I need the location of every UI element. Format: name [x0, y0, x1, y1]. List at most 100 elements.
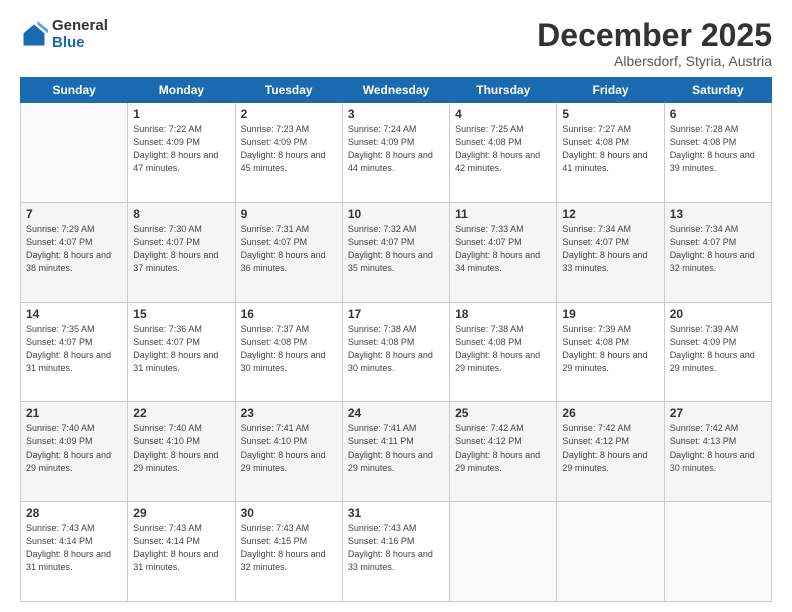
calendar-cell-1-1: 8 Sunrise: 7:30 AMSunset: 4:07 PMDaylight…	[128, 202, 235, 302]
day-number: 28	[26, 506, 122, 520]
day-detail: Sunrise: 7:42 AMSunset: 4:13 PMDaylight:…	[670, 422, 766, 474]
day-number: 4	[455, 107, 551, 121]
title-block: December 2025 Albersdorf, Styria, Austri…	[537, 18, 772, 69]
day-detail: Sunrise: 7:43 AMSunset: 4:15 PMDaylight:…	[241, 522, 337, 574]
calendar-cell-2-1: 15 Sunrise: 7:36 AMSunset: 4:07 PMDayligh…	[128, 302, 235, 402]
day-number: 21	[26, 406, 122, 420]
calendar-week-row-3: 21 Sunrise: 7:40 AMSunset: 4:09 PMDayligh…	[21, 402, 772, 502]
day-detail: Sunrise: 7:30 AMSunset: 4:07 PMDaylight:…	[133, 223, 229, 275]
day-number: 5	[562, 107, 658, 121]
calendar-cell-1-6: 13 Sunrise: 7:34 AMSunset: 4:07 PMDayligh…	[664, 202, 771, 302]
day-detail: Sunrise: 7:36 AMSunset: 4:07 PMDaylight:…	[133, 323, 229, 375]
calendar-week-row-2: 14Sunrise: 7:35 AMSunset: 4:07 PMDayligh…	[21, 302, 772, 402]
day-detail: Sunrise: 7:27 AMSunset: 4:08 PMDaylight:…	[562, 123, 658, 175]
logo-blue-text: Blue	[52, 35, 108, 52]
logo: General Blue	[20, 18, 108, 51]
calendar-cell-3-4: 25Sunrise: 7:42 AMSunset: 4:12 PMDayligh…	[450, 402, 557, 502]
day-detail: Sunrise: 7:35 AMSunset: 4:07 PMDaylight:…	[26, 323, 122, 375]
day-detail: Sunrise: 7:43 AMSunset: 4:14 PMDaylight:…	[133, 522, 229, 574]
calendar-cell-2-6: 20 Sunrise: 7:39 AMSunset: 4:09 PMDayligh…	[664, 302, 771, 402]
col-tuesday: Tuesday	[235, 78, 342, 103]
day-number: 31	[348, 506, 444, 520]
day-number: 18	[455, 307, 551, 321]
logo-text: General Blue	[52, 18, 108, 51]
calendar-cell-1-4: 11 Sunrise: 7:33 AMSunset: 4:07 PMDayligh…	[450, 202, 557, 302]
day-number: 9	[241, 207, 337, 221]
calendar-cell-1-2: 9 Sunrise: 7:31 AMSunset: 4:07 PMDaylight…	[235, 202, 342, 302]
day-detail: Sunrise: 7:40 AMSunset: 4:09 PMDaylight:…	[26, 422, 122, 474]
day-number: 23	[241, 406, 337, 420]
day-detail: Sunrise: 7:29 AMSunset: 4:07 PMDaylight:…	[26, 223, 122, 275]
calendar-cell-0-4: 4Sunrise: 7:25 AMSunset: 4:08 PMDaylight…	[450, 103, 557, 203]
day-number: 15	[133, 307, 229, 321]
day-number: 29	[133, 506, 229, 520]
calendar-cell-4-3: 31Sunrise: 7:43 AMSunset: 4:16 PMDayligh…	[342, 502, 449, 602]
day-detail: Sunrise: 7:34 AMSunset: 4:07 PMDaylight:…	[670, 223, 766, 275]
day-number: 1	[133, 107, 229, 121]
calendar-week-row-4: 28 Sunrise: 7:43 AMSunset: 4:14 PMDayligh…	[21, 502, 772, 602]
day-detail: Sunrise: 7:43 AMSunset: 4:14 PMDaylight:…	[26, 522, 122, 574]
day-number: 11	[455, 207, 551, 221]
day-detail: Sunrise: 7:41 AMSunset: 4:10 PMDaylight:…	[241, 422, 337, 474]
calendar-cell-3-6: 27 Sunrise: 7:42 AMSunset: 4:13 PMDayligh…	[664, 402, 771, 502]
calendar-table: Sunday Monday Tuesday Wednesday Thursday…	[20, 77, 772, 602]
calendar-cell-2-4: 18Sunrise: 7:38 AMSunset: 4:08 PMDayligh…	[450, 302, 557, 402]
col-thursday: Thursday	[450, 78, 557, 103]
day-number: 19	[562, 307, 658, 321]
day-number: 3	[348, 107, 444, 121]
calendar-cell-2-3: 17 Sunrise: 7:38 AMSunset: 4:08 PMDayligh…	[342, 302, 449, 402]
calendar-cell-4-1: 29 Sunrise: 7:43 AMSunset: 4:14 PMDayligh…	[128, 502, 235, 602]
day-detail: Sunrise: 7:42 AMSunset: 4:12 PMDaylight:…	[455, 422, 551, 474]
day-number: 7	[26, 207, 122, 221]
day-detail: Sunrise: 7:38 AMSunset: 4:08 PMDaylight:…	[348, 323, 444, 375]
calendar-cell-3-5: 26Sunrise: 7:42 AMSunset: 4:12 PMDayligh…	[557, 402, 664, 502]
calendar-cell-1-0: 7 Sunrise: 7:29 AMSunset: 4:07 PMDaylight…	[21, 202, 128, 302]
calendar-week-row-1: 7 Sunrise: 7:29 AMSunset: 4:07 PMDaylight…	[21, 202, 772, 302]
calendar-cell-1-3: 10Sunrise: 7:32 AMSunset: 4:07 PMDayligh…	[342, 202, 449, 302]
col-wednesday: Wednesday	[342, 78, 449, 103]
day-detail: Sunrise: 7:23 AMSunset: 4:09 PMDaylight:…	[241, 123, 337, 175]
logo-icon	[20, 21, 48, 49]
calendar-cell-0-0	[21, 103, 128, 203]
calendar-cell-0-6: 6Sunrise: 7:28 AMSunset: 4:08 PMDaylight…	[664, 103, 771, 203]
header: General Blue December 2025 Albersdorf, S…	[20, 18, 772, 69]
day-number: 22	[133, 406, 229, 420]
calendar-week-row-0: 1 Sunrise: 7:22 AMSunset: 4:09 PMDaylight…	[21, 103, 772, 203]
day-number: 30	[241, 506, 337, 520]
day-number: 27	[670, 406, 766, 420]
day-number: 13	[670, 207, 766, 221]
calendar-cell-4-5	[557, 502, 664, 602]
day-detail: Sunrise: 7:28 AMSunset: 4:08 PMDaylight:…	[670, 123, 766, 175]
calendar-cell-0-1: 1 Sunrise: 7:22 AMSunset: 4:09 PMDaylight…	[128, 103, 235, 203]
logo-general-text: General	[52, 18, 108, 35]
calendar-cell-2-5: 19 Sunrise: 7:39 AMSunset: 4:08 PMDayligh…	[557, 302, 664, 402]
calendar-cell-1-5: 12Sunrise: 7:34 AMSunset: 4:07 PMDayligh…	[557, 202, 664, 302]
day-number: 12	[562, 207, 658, 221]
col-sunday: Sunday	[21, 78, 128, 103]
day-detail: Sunrise: 7:40 AMSunset: 4:10 PMDaylight:…	[133, 422, 229, 474]
day-detail: Sunrise: 7:33 AMSunset: 4:07 PMDaylight:…	[455, 223, 551, 275]
day-detail: Sunrise: 7:39 AMSunset: 4:09 PMDaylight:…	[670, 323, 766, 375]
col-saturday: Saturday	[664, 78, 771, 103]
day-detail: Sunrise: 7:41 AMSunset: 4:11 PMDaylight:…	[348, 422, 444, 474]
day-number: 24	[348, 406, 444, 420]
calendar-cell-2-2: 16Sunrise: 7:37 AMSunset: 4:08 PMDayligh…	[235, 302, 342, 402]
day-detail: Sunrise: 7:42 AMSunset: 4:12 PMDaylight:…	[562, 422, 658, 474]
month-title: December 2025	[537, 18, 772, 53]
calendar-cell-0-5: 5 Sunrise: 7:27 AMSunset: 4:08 PMDaylight…	[557, 103, 664, 203]
col-friday: Friday	[557, 78, 664, 103]
day-number: 20	[670, 307, 766, 321]
day-number: 8	[133, 207, 229, 221]
calendar-cell-4-6	[664, 502, 771, 602]
location-subtitle: Albersdorf, Styria, Austria	[537, 53, 772, 69]
calendar-header-row: Sunday Monday Tuesday Wednesday Thursday…	[21, 78, 772, 103]
calendar-cell-4-0: 28 Sunrise: 7:43 AMSunset: 4:14 PMDayligh…	[21, 502, 128, 602]
day-detail: Sunrise: 7:31 AMSunset: 4:07 PMDaylight:…	[241, 223, 337, 275]
day-number: 16	[241, 307, 337, 321]
day-number: 17	[348, 307, 444, 321]
day-detail: Sunrise: 7:22 AMSunset: 4:09 PMDaylight:…	[133, 123, 229, 175]
calendar-cell-3-2: 23 Sunrise: 7:41 AMSunset: 4:10 PMDayligh…	[235, 402, 342, 502]
day-detail: Sunrise: 7:39 AMSunset: 4:08 PMDaylight:…	[562, 323, 658, 375]
calendar-cell-4-4	[450, 502, 557, 602]
day-number: 2	[241, 107, 337, 121]
